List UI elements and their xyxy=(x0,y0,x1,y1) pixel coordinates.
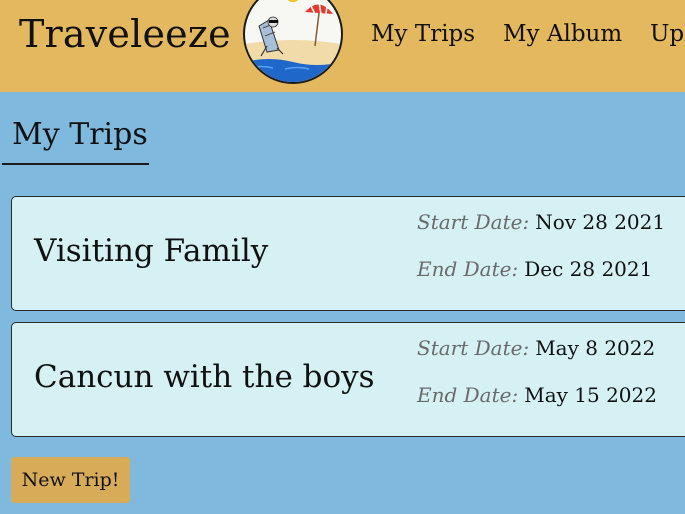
end-date-row: End Date: Dec 28 2021 xyxy=(417,257,652,281)
end-date-value: May 15 2022 xyxy=(524,383,657,407)
start-date-label: Start Date: xyxy=(417,210,530,234)
trip-card[interactable]: Visiting Family Start Date: Nov 28 2021 E… xyxy=(11,196,685,311)
trip-name: Visiting Family xyxy=(34,233,269,269)
top-header: Traveleeze My Trips My Album Upl xyxy=(0,0,685,92)
nav-my-trips[interactable]: My Trips xyxy=(371,20,475,48)
trip-card[interactable]: Cancun with the boys Start Date: May 8 20… xyxy=(11,322,685,437)
page-title: My Trips xyxy=(12,117,148,152)
start-date-value: May 8 2022 xyxy=(535,336,656,360)
start-date-label: Start Date: xyxy=(417,336,530,360)
start-date-row: Start Date: Nov 28 2021 xyxy=(417,210,665,234)
start-date-value: Nov 28 2021 xyxy=(535,210,666,234)
trip-name: Cancun with the boys xyxy=(34,359,375,395)
nav-my-album[interactable]: My Album xyxy=(503,20,622,48)
new-trip-button[interactable]: New Trip! xyxy=(11,457,130,503)
beach-chair-umbrella-logo-icon[interactable] xyxy=(243,0,343,84)
brand-title[interactable]: Traveleeze xyxy=(19,12,231,56)
title-underline xyxy=(2,163,149,165)
end-date-value: Dec 28 2021 xyxy=(524,257,653,281)
nav-upload[interactable]: Upl xyxy=(650,20,685,48)
end-date-row: End Date: May 15 2022 xyxy=(417,383,657,407)
end-date-label: End Date: xyxy=(417,257,519,281)
start-date-row: Start Date: May 8 2022 xyxy=(417,336,655,360)
end-date-label: End Date: xyxy=(417,383,519,407)
